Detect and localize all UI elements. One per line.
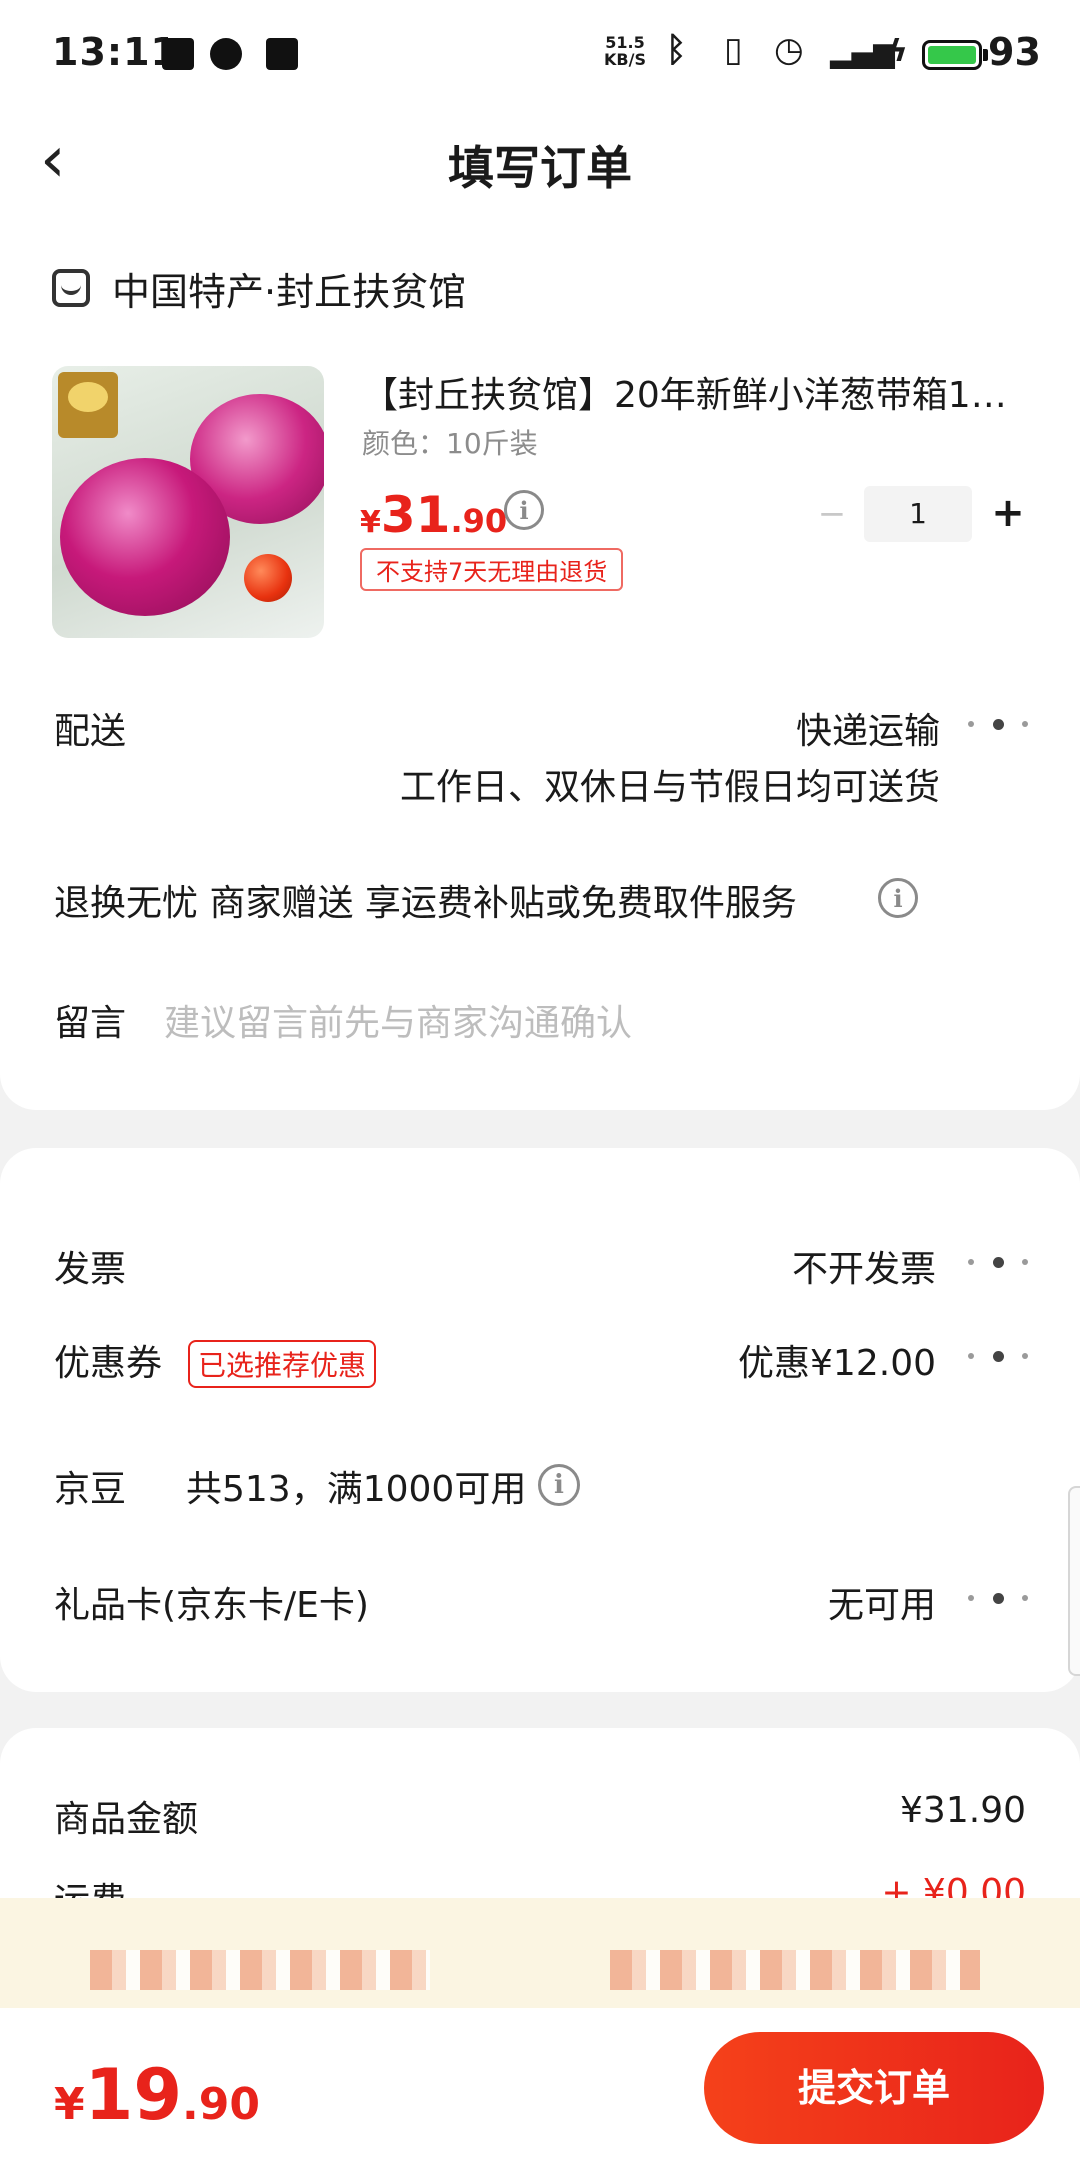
gift-card-label: 礼品卡(京东卡/E卡) xyxy=(54,1585,369,1626)
nav-bar: ‹ 填写订单 xyxy=(0,108,1080,218)
order-page: 13:11 51.5 KB/S ᛒ ▯ ◷ ▂▄▆ ϟ 93 ‹ 填写订单 中国… xyxy=(0,0,1080,2160)
net-speed-unit: KB/S xyxy=(604,50,646,69)
product-title[interactable]: 【封丘扶贫馆】20年新鲜小洋葱带箱10斤装 xyxy=(362,366,1022,418)
quantity-field[interactable]: 1 xyxy=(864,486,972,542)
product-spec: 颜色：10斤装 xyxy=(362,427,538,460)
quantity-decrease-button[interactable]: − xyxy=(812,494,852,534)
coupon-badge: 已选推荐优惠 xyxy=(188,1340,377,1388)
message-input[interactable]: 建议留言前先与商家沟通确认 xyxy=(164,994,632,1046)
coupon-more-icon[interactable] xyxy=(968,1346,1028,1366)
delivery-more-icon[interactable] xyxy=(968,714,1028,734)
product-image[interactable] xyxy=(52,366,324,638)
pixelated-text xyxy=(610,1950,980,1990)
status-time: 13:11 xyxy=(52,30,178,74)
jingdou-info-icon[interactable]: i xyxy=(538,1464,580,1506)
goods-amount-value: ¥31.90 xyxy=(900,1790,1026,1831)
net-speed: 51.5 KB/S xyxy=(604,34,646,68)
upload-icon xyxy=(266,38,298,70)
vpn-icon xyxy=(210,38,242,70)
invoice-label: 发票 xyxy=(54,1249,127,1290)
total-integer: 19 xyxy=(84,2054,183,2136)
vibrate-icon: ▯ xyxy=(724,30,743,70)
message-label: 留言 xyxy=(54,1003,127,1044)
price-info-icon[interactable]: i xyxy=(504,490,544,530)
shop-name: 中国特产·封丘扶贫馆 xyxy=(112,269,467,314)
goods-amount-label: 商品金额 xyxy=(54,1799,199,1840)
invoice-value[interactable]: 不开发票 xyxy=(792,1240,936,1292)
bluetooth-icon: ᛒ xyxy=(666,30,687,70)
jingdou-label: 京豆 xyxy=(54,1469,127,1510)
coupon-label: 优惠券 xyxy=(54,1343,163,1384)
invoice-more-icon[interactable] xyxy=(968,1252,1028,1272)
status-bar: 13:11 51.5 KB/S ᛒ ▯ ◷ ▂▄▆ ϟ 93 xyxy=(0,0,1080,108)
order-card: 中国特产·封丘扶贫馆 【封丘扶贫馆】20年新鲜小洋葱带箱10斤装 颜色：10斤装… xyxy=(0,218,1080,1110)
shop-row[interactable]: 中国特产·封丘扶贫馆 xyxy=(52,258,466,318)
price-decimal: .90 xyxy=(450,502,508,540)
return-policy-badge: 不支持7天无理由退货 xyxy=(360,548,624,591)
price-currency: ¥ xyxy=(360,505,381,540)
jingdou-value: 共513，满1000可用 xyxy=(186,1469,527,1510)
service-text: 退换无忧 商家赠送 享运费补贴或免费取件服务 xyxy=(54,883,797,924)
battery-icon xyxy=(922,40,982,70)
page-title: 填写订单 xyxy=(448,141,632,195)
gift-card-more-icon[interactable] xyxy=(968,1588,1028,1608)
price-integer: 31 xyxy=(380,486,451,544)
delivery-note: 工作日、双休日与节假日均可送货 xyxy=(399,767,940,808)
notification-icon xyxy=(162,38,194,70)
quantity-increase-button[interactable]: + xyxy=(988,488,1028,538)
delivery-method[interactable]: 快递运输 xyxy=(796,702,940,754)
charging-icon: ϟ xyxy=(888,34,908,69)
scrollbar-handle[interactable] xyxy=(1068,1486,1080,1676)
battery-level: 93 xyxy=(988,30,1041,74)
total-currency: ¥ xyxy=(54,2079,85,2130)
net-speed-value: 51.5 xyxy=(605,33,645,52)
delivery-label: 配送 xyxy=(54,711,127,752)
coupon-value[interactable]: 优惠¥12.00 xyxy=(738,1334,936,1386)
gift-card-value[interactable]: 无可用 xyxy=(828,1576,936,1628)
brand-logo xyxy=(58,372,118,438)
signal-4g-icon: ▂▄▆ xyxy=(830,36,895,69)
shop-icon xyxy=(52,269,90,307)
service-info-icon[interactable]: i xyxy=(878,878,918,918)
submit-order-button[interactable]: 提交订单 xyxy=(704,2032,1044,2144)
total-decimal: .90 xyxy=(182,2079,260,2130)
benefits-card: 发票 不开发票 优惠券 已选推荐优惠 优惠¥12.00 京豆 共513，满100… xyxy=(0,1148,1080,1692)
bottom-bar: ¥ 19 .90 提交订单 xyxy=(0,2008,1080,2160)
pixelated-text xyxy=(90,1950,430,1990)
alarm-icon: ◷ xyxy=(774,30,804,70)
total-price: ¥ 19 .90 xyxy=(54,2054,260,2136)
product-price: ¥ 31 .90 xyxy=(360,486,507,544)
